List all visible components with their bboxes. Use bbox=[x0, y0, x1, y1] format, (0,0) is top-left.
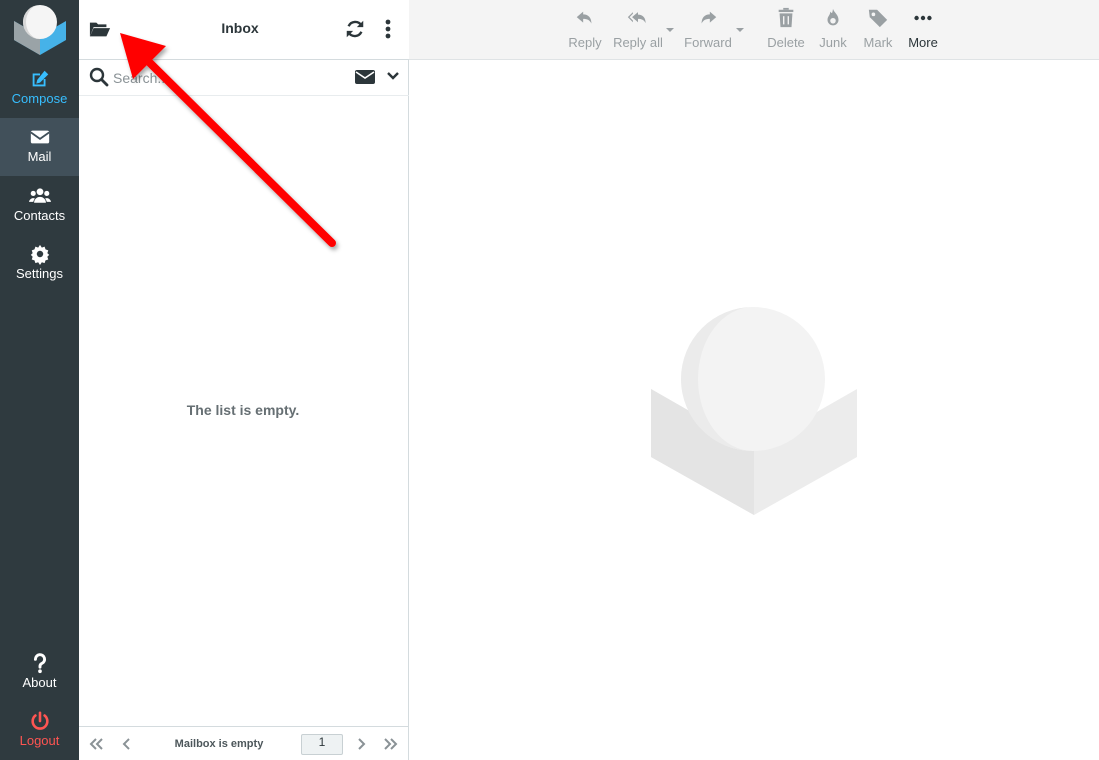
reply-button[interactable]: Reply bbox=[567, 7, 603, 50]
nav-contacts-label: Contacts bbox=[13, 208, 66, 223]
nav-logout-label: Logout bbox=[19, 733, 60, 748]
forward-dropdown-icon[interactable] bbox=[735, 27, 745, 33]
main-navigation: Compose Mail Contacts Settings About Log… bbox=[0, 0, 79, 760]
watermark-logo bbox=[649, 305, 859, 517]
nav-settings[interactable]: Settings bbox=[0, 235, 79, 293]
delete-button[interactable]: Delete bbox=[766, 7, 806, 50]
nav-settings-label: Settings bbox=[16, 266, 63, 281]
message-list-panel: Inbox Search... The list is empty. Mailb… bbox=[79, 0, 409, 760]
message-toolbar: Reply Reply all Forward Delete Junk Mark… bbox=[409, 0, 1099, 60]
trash-icon bbox=[778, 7, 794, 28]
list-title: Inbox bbox=[221, 20, 259, 36]
forward-button[interactable]: Forward bbox=[683, 7, 733, 50]
folder-open-icon[interactable] bbox=[89, 18, 111, 40]
reply-label: Reply bbox=[568, 35, 602, 50]
reply-all-label: Reply all bbox=[613, 35, 663, 50]
nav-contacts[interactable]: Contacts bbox=[0, 177, 79, 235]
mailbox-status: Mailbox is empty bbox=[174, 738, 264, 750]
mark-label: Mark bbox=[863, 35, 893, 50]
more-button[interactable]: More bbox=[906, 7, 940, 50]
search-bar bbox=[79, 60, 409, 96]
search-icon[interactable] bbox=[89, 67, 109, 87]
envelope-icon[interactable] bbox=[355, 68, 375, 86]
nav-compose-label: Compose bbox=[11, 91, 68, 106]
mail-icon bbox=[29, 130, 50, 144]
reply-all-icon bbox=[627, 12, 646, 24]
logout-icon bbox=[30, 711, 49, 730]
junk-button[interactable]: Junk bbox=[817, 7, 849, 50]
delete-label: Delete bbox=[767, 35, 805, 50]
logo-icon[interactable] bbox=[0, 0, 79, 60]
message-content-area: Reply Reply all Forward Delete Junk Mark… bbox=[409, 0, 1099, 760]
list-footer: Mailbox is empty 1 bbox=[79, 726, 409, 760]
reply-all-button[interactable]: Reply all bbox=[613, 7, 663, 50]
last-page-icon[interactable] bbox=[383, 736, 399, 752]
prev-page-icon[interactable] bbox=[119, 736, 135, 752]
tag-icon bbox=[868, 9, 888, 28]
refresh-icon[interactable] bbox=[344, 18, 366, 40]
nav-about-label: About bbox=[22, 675, 57, 690]
nav-logout[interactable]: Logout bbox=[0, 702, 79, 760]
mark-button[interactable]: Mark bbox=[861, 7, 895, 50]
junk-flame-icon bbox=[827, 8, 839, 26]
more-dots-icon bbox=[914, 15, 932, 21]
nav-about[interactable]: About bbox=[0, 644, 79, 702]
reply-all-dropdown-icon[interactable] bbox=[665, 27, 675, 33]
forward-label: Forward bbox=[684, 35, 732, 50]
menu-dots-icon[interactable] bbox=[379, 18, 397, 40]
settings-icon bbox=[30, 244, 49, 265]
next-page-icon[interactable] bbox=[353, 736, 369, 752]
more-label: More bbox=[908, 35, 938, 50]
page-number-input[interactable]: 1 bbox=[301, 734, 343, 755]
empty-list-message: The list is empty. bbox=[186, 402, 300, 418]
list-header: Inbox bbox=[79, 0, 409, 60]
nav-mail-label: Mail bbox=[27, 149, 52, 164]
junk-label: Junk bbox=[819, 35, 847, 50]
reply-icon bbox=[576, 11, 592, 24]
search-input[interactable] bbox=[113, 66, 313, 90]
about-icon bbox=[33, 653, 46, 674]
nav-mail[interactable]: Mail bbox=[0, 118, 79, 176]
nav-compose[interactable]: Compose bbox=[0, 60, 79, 118]
compose-icon bbox=[32, 70, 48, 87]
contacts-icon bbox=[28, 188, 51, 203]
forward-icon bbox=[701, 11, 717, 24]
chevron-down-icon[interactable] bbox=[386, 69, 400, 83]
first-page-icon[interactable] bbox=[88, 736, 104, 752]
